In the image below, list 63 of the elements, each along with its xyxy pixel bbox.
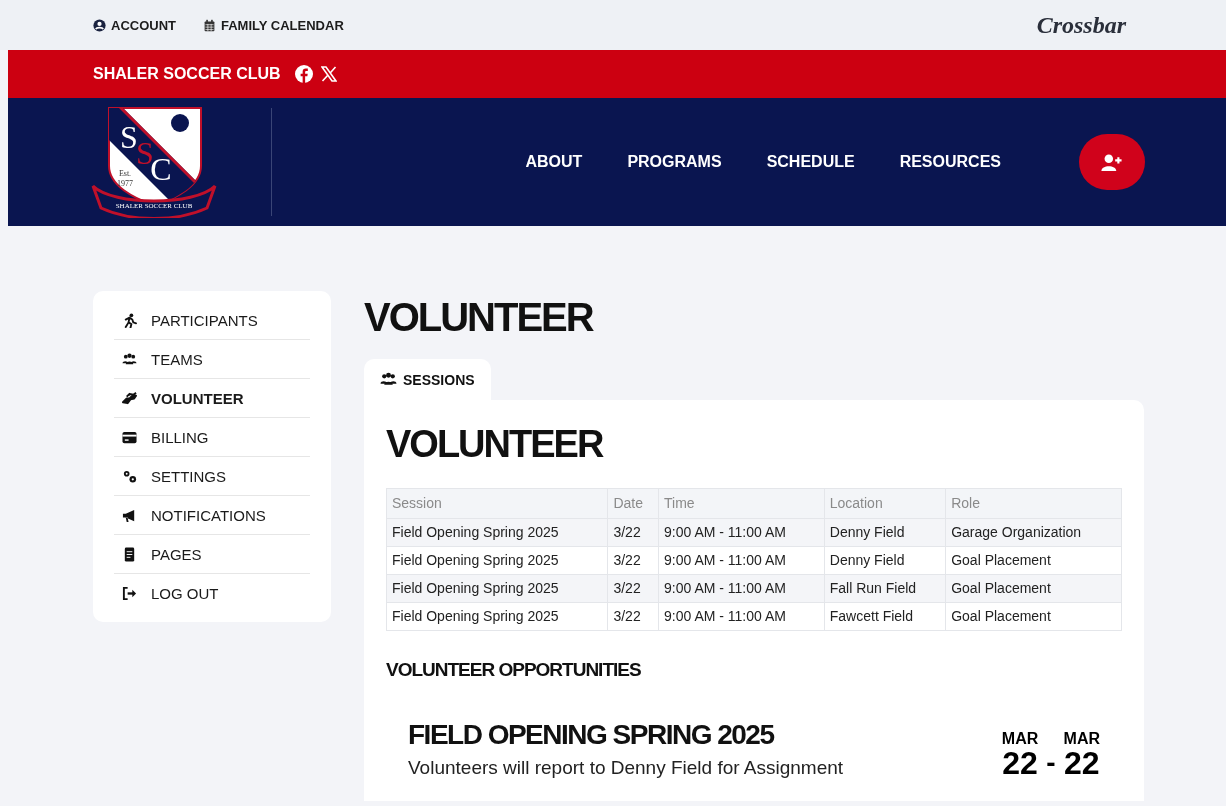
nav-link[interactable]: SCHEDULE [766, 153, 855, 171]
sessions-tab[interactable]: SESSIONS [364, 359, 491, 400]
people-icon [380, 371, 397, 388]
x-social-icon[interactable] [320, 66, 337, 82]
date-month: MAR [1063, 730, 1100, 747]
table-cell: 9:00 AM - 11:00 AM [658, 602, 825, 631]
nav-link[interactable]: ABOUT [525, 153, 583, 171]
club-name: SHALER SOCCER CLUB [93, 65, 281, 83]
people-icon [122, 351, 137, 367]
sidebar-item[interactable]: SETTINGS [114, 457, 310, 496]
sidebar-item[interactable]: TEAMS [114, 340, 310, 379]
sidebar-item[interactable]: PARTICIPANTS [114, 301, 310, 340]
table-cell: Field Opening Spring 2025 [386, 518, 608, 547]
table-cell: Fall Run Field [824, 574, 946, 603]
date-day: 22 [1002, 746, 1038, 779]
table-cell: Fawcett Field [824, 602, 946, 631]
runner-icon [122, 312, 137, 328]
user-circle-icon [93, 18, 106, 32]
nav-link[interactable]: RESOURCES [899, 153, 1001, 171]
megaphone-icon [122, 507, 137, 523]
logout-icon [122, 585, 137, 601]
section-heading: VOLUNTEER [386, 424, 604, 466]
table-cell: Goal Placement [945, 602, 1122, 631]
facebook-icon[interactable] [294, 65, 313, 83]
subsection-heading: VOLUNTEER OPPORTUNITIES [386, 658, 642, 681]
date-day: 22 [1064, 746, 1100, 779]
add-user-icon [1101, 153, 1123, 171]
sidebar-item[interactable]: VOLUNTEER [114, 379, 310, 418]
brand-logo[interactable]: Crossbar [1036, 11, 1126, 39]
table-cell: Garage Organization [945, 518, 1122, 547]
opportunity-title: FIELD OPENING SPRING 2025 [408, 718, 775, 751]
table-cell: Goal Placement [945, 574, 1122, 603]
table-cell: Field Opening Spring 2025 [386, 546, 608, 575]
sidebar-item[interactable]: LOG OUT [114, 574, 310, 612]
account-link[interactable]: ACCOUNT [93, 17, 176, 33]
table-cell: Denny Field [824, 518, 946, 547]
column-header: Session [386, 488, 608, 519]
nav-link[interactable]: PROGRAMS [627, 153, 722, 171]
add-user-button[interactable] [1079, 134, 1145, 190]
calendar-link[interactable]: FAMILY CALENDAR [203, 17, 344, 33]
opportunity-description: Volunteers will report to Denny Field for Assignment [408, 756, 845, 779]
document-icon [122, 546, 137, 562]
sidebar-item[interactable]: BILLING [114, 418, 310, 457]
page-title: VOLUNTEER [364, 297, 595, 337]
column-header: Role [945, 488, 1122, 519]
sidebar-item[interactable]: PAGES [114, 535, 310, 574]
date-month: MAR [1001, 730, 1039, 747]
table-cell: Goal Placement [945, 546, 1122, 575]
table-cell: 3/22 [607, 546, 659, 575]
date-separator: - [1046, 748, 1056, 779]
column-header: Time [658, 488, 825, 519]
calendar-icon [203, 18, 216, 32]
table-cell: Field Opening Spring 2025 [386, 602, 608, 631]
column-header: Location [824, 488, 946, 519]
credit-card-icon [122, 429, 137, 445]
table-cell: Denny Field [824, 546, 946, 575]
table-cell: 9:00 AM - 11:00 AM [658, 546, 825, 575]
table-cell: 3/22 [607, 602, 659, 631]
table-cell: Field Opening Spring 2025 [386, 574, 608, 603]
table-cell: 9:00 AM - 11:00 AM [658, 574, 825, 603]
table-cell: 9:00 AM - 11:00 AM [658, 518, 825, 547]
column-header: Date [607, 488, 659, 519]
sidebar-item[interactable]: NOTIFICATIONS [114, 496, 310, 535]
